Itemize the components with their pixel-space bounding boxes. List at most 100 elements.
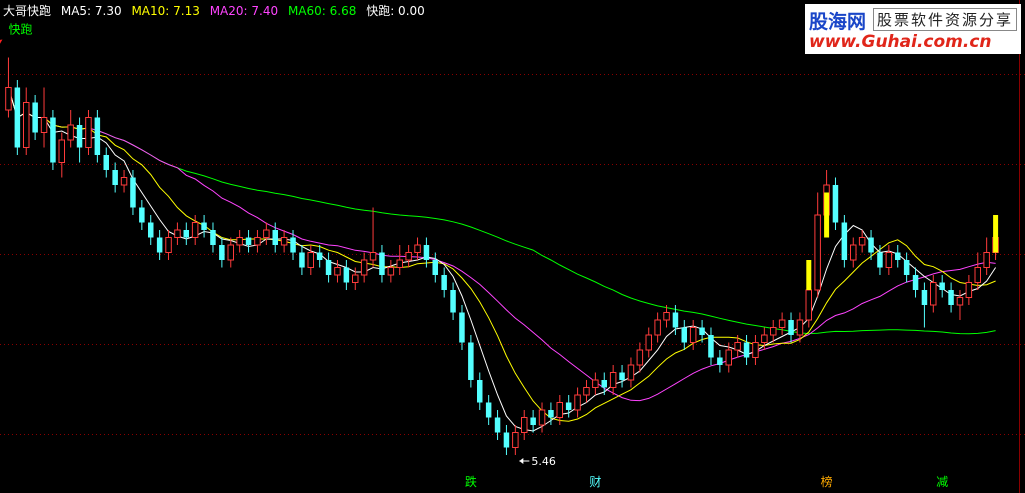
candle-body-10 [94, 117, 101, 155]
bottom-label-0: 跌 [465, 474, 477, 489]
bottom-label-2: 榜 [821, 474, 833, 489]
candle-body-60 [538, 409, 546, 426]
candle-body-42 [379, 252, 385, 275]
candle-body-70 [627, 364, 635, 381]
candle-body-27 [245, 237, 252, 245]
candle-body-46 [414, 244, 421, 253]
candle-body-89 [796, 319, 804, 336]
candle-body-99 [885, 252, 893, 268]
candle-body-105 [939, 282, 945, 290]
candle-body-35 [316, 252, 323, 260]
candle-body-61 [548, 410, 554, 418]
candle-body-66 [592, 379, 599, 388]
candle-body-40 [360, 259, 368, 276]
bottom-label-1: 财 [589, 475, 601, 489]
candle-body-64 [574, 394, 581, 411]
signal-bar-1 [806, 260, 812, 290]
candle-body-13 [120, 177, 128, 186]
candle-body-88 [788, 320, 794, 335]
candle-body-76 [681, 327, 687, 343]
candle-body-16 [148, 222, 154, 238]
candle-body-84 [752, 342, 759, 358]
candle-body-0 [5, 87, 12, 111]
candle-body-51 [459, 312, 465, 343]
candle-body-83 [743, 342, 750, 358]
candle-body-22 [201, 222, 207, 230]
candle-body-21 [191, 222, 199, 238]
candle-body-72 [645, 334, 652, 351]
candle-body-86 [770, 327, 777, 336]
legend-title: 大哥快跑 [3, 4, 52, 18]
candle-body-100 [895, 252, 901, 260]
candle-body-106 [948, 290, 954, 305]
candle-body-9 [85, 117, 92, 148]
candle-body-68 [609, 372, 617, 388]
candle-body-93 [832, 185, 839, 223]
candle-body-47 [423, 245, 430, 260]
candle-body-87 [778, 319, 786, 328]
candle-body-24 [219, 245, 225, 260]
candlestick-chart[interactable]: 快跑 5.46 跌 财 榜 减 [0, 0, 1025, 493]
candle-body-18 [165, 237, 172, 253]
candle-body-44 [396, 259, 403, 268]
candle-body-73 [654, 319, 661, 336]
candle-body-55 [494, 417, 501, 433]
candle-body-109 [974, 267, 981, 283]
candle-body-98 [877, 252, 883, 268]
candle-body-71 [636, 349, 644, 366]
candle-body-12 [112, 170, 118, 185]
candle-body-53 [477, 380, 483, 403]
candle-body-19 [174, 229, 181, 238]
candle-body-38 [343, 267, 350, 283]
legend-ma10: MA10: 7.13 [131, 4, 200, 18]
legend-ma20: MA20: 7.40 [209, 4, 279, 18]
indicator-legend: 大哥快跑 MA5: 7.30 MA10: 7.13 MA20: 7.40 MA6… [3, 2, 431, 19]
candle-body-58 [521, 417, 528, 433]
ma5-line [7, 87, 997, 432]
low-price-label: 5.46 [531, 455, 556, 468]
candle-body-48 [432, 260, 438, 275]
bottom-label-3: 减 [936, 475, 948, 489]
signal-bar-2 [993, 215, 999, 253]
candle-body-102 [912, 275, 919, 290]
candle-body-1 [14, 87, 21, 148]
annotation-label: 快跑 [8, 23, 32, 37]
candle-body-29 [263, 229, 270, 238]
candle-body-74 [663, 312, 670, 321]
candle-body-17 [156, 237, 163, 253]
candle-body-69 [619, 372, 625, 380]
candle-body-28 [254, 237, 261, 246]
candle-body-2 [23, 102, 30, 148]
candle-body-80 [717, 357, 723, 365]
candle-body-49 [441, 275, 447, 290]
candle-body-3 [32, 102, 38, 133]
candle-body-26 [236, 237, 243, 246]
legend-signal: 快跑: 0.00 [366, 4, 425, 18]
candle-body-34 [307, 252, 314, 268]
candle-body-77 [689, 327, 697, 343]
candle-body-94 [841, 222, 848, 260]
candle-body-31 [280, 237, 288, 246]
candle-body-95 [850, 244, 857, 261]
candle-body-20 [183, 230, 189, 238]
candle-body-107 [956, 297, 964, 306]
candle-body-104 [930, 282, 937, 306]
site-logo: 股海网 股票软件资源分享 www.Guhai.com.cn [805, 4, 1021, 54]
candle-body-32 [290, 237, 296, 253]
candle-body-39 [352, 274, 359, 283]
candle-body-67 [601, 380, 607, 388]
candle-body-63 [565, 402, 572, 410]
candle-body-85 [761, 334, 768, 343]
signal-bar-0 [824, 192, 830, 238]
candle-body-101 [903, 260, 910, 275]
candle-body-56 [503, 432, 510, 448]
candle-body-57 [512, 432, 519, 448]
candle-body-5 [50, 117, 56, 163]
logo-name: 股海网 [809, 11, 867, 33]
candle-body-41 [369, 252, 377, 261]
candle-body-91 [814, 214, 821, 291]
candle-body-30 [272, 230, 278, 245]
logo-url: www.Guhai.com.cn [809, 32, 992, 52]
candle-body-54 [485, 402, 492, 418]
legend-ma5: MA5: 7.30 [60, 4, 122, 18]
